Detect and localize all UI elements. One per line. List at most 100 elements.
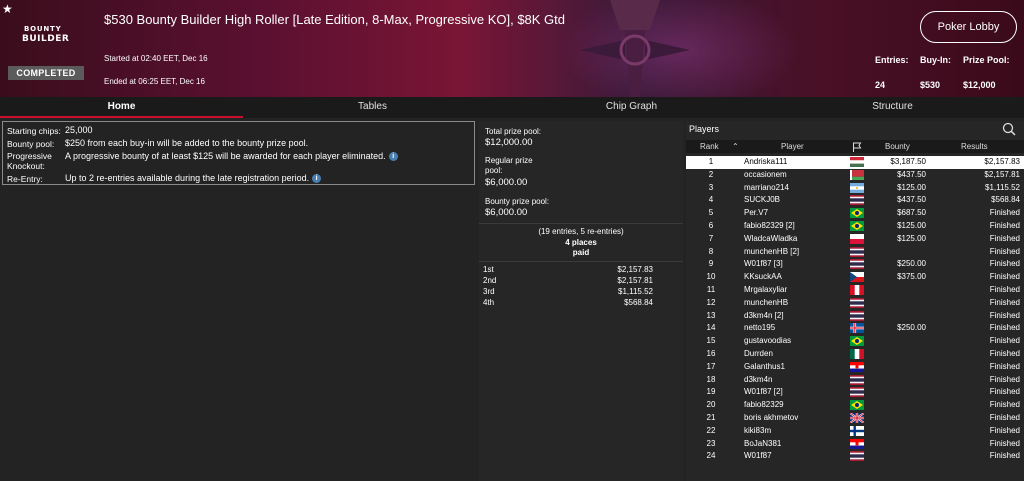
table-row[interactable]: 8 munchenHB [2] Finished bbox=[686, 246, 1024, 259]
rank-cell: 6 bbox=[708, 220, 714, 230]
info-icon[interactable]: i bbox=[388, 152, 398, 162]
tournament-header: ★ BOUNTY BUILDER COMPLETED $530 Bounty B… bbox=[0, 0, 1024, 97]
end-time: Ended at 06:25 EET, Dec 16 bbox=[104, 77, 205, 86]
thailand-flag-icon bbox=[850, 310, 864, 321]
starting-chips-value: 25,000 bbox=[65, 125, 93, 135]
table-row[interactable]: 24 W01f87 Finished bbox=[686, 450, 1024, 463]
table-row[interactable]: 10 KKsuckAA $375.00 Finished bbox=[686, 271, 1024, 284]
table-row[interactable]: 3 marriano214 $125.00 $1,115.52 bbox=[686, 182, 1024, 195]
table-row[interactable]: 22 kiki83m Finished bbox=[686, 425, 1024, 438]
table-row[interactable]: 15 gustavoodias Finished bbox=[686, 335, 1024, 348]
table-row[interactable]: 16 Durrden Finished bbox=[686, 348, 1024, 361]
table-row[interactable]: 1 Andriska111 $3,187.50 $2,157.83 bbox=[686, 156, 1024, 169]
player-name-cell: kiki83m bbox=[744, 425, 772, 435]
tab-structure[interactable]: Structure bbox=[761, 97, 1024, 118]
table-row[interactable]: 17 Galanthus1 Finished bbox=[686, 361, 1024, 374]
result-cell: Finished bbox=[989, 425, 1020, 435]
result-cell: Finished bbox=[989, 336, 1020, 346]
payout-place: 3rd bbox=[483, 287, 495, 296]
rank-cell: 22 bbox=[706, 425, 716, 435]
iceland-flag-icon bbox=[850, 323, 864, 334]
table-row[interactable]: 6 fabio82329 [2] $125.00 Finished bbox=[686, 220, 1024, 233]
result-cell: Finished bbox=[989, 246, 1020, 256]
bounty-cell: $687.50 bbox=[897, 208, 926, 218]
tab-chip-graph[interactable]: Chip Graph bbox=[502, 97, 761, 118]
sort-asc-icon[interactable]: ⌃ bbox=[732, 142, 739, 151]
progressive-value: A progressive bounty of at least $125 wi… bbox=[65, 151, 386, 161]
result-cell: Finished bbox=[989, 220, 1020, 230]
rank-cell: 3 bbox=[708, 182, 714, 192]
table-row[interactable]: 18 d3km4n Finished bbox=[686, 374, 1024, 387]
result-cell: Finished bbox=[989, 348, 1020, 358]
regular-pool-label-1: Regular prize bbox=[485, 156, 533, 165]
payout-amount: $1,115.52 bbox=[618, 287, 653, 296]
table-row[interactable]: 21 boris akhmetov Finished bbox=[686, 412, 1024, 425]
favorite-star-icon[interactable]: ★ bbox=[2, 2, 13, 16]
thailand-flag-icon bbox=[850, 451, 864, 462]
bounty-pool-label: Bounty pool: bbox=[7, 139, 55, 149]
table-row[interactable]: 23 BoJaN381 Finished bbox=[686, 438, 1024, 451]
rank-cell: 8 bbox=[708, 246, 714, 256]
player-name-cell: occasionem bbox=[744, 169, 787, 179]
rank-cell: 14 bbox=[706, 323, 716, 333]
player-name-cell: Andriska111 bbox=[744, 157, 788, 166]
poker-lobby-button[interactable]: Poker Lobby bbox=[920, 11, 1017, 43]
payout-place: 4th bbox=[483, 298, 495, 307]
player-name-cell: d3km4n bbox=[744, 374, 773, 384]
tab-home[interactable]: Home bbox=[0, 97, 243, 118]
progressive-label-2: Knockout: bbox=[7, 161, 45, 171]
player-name-cell: netto195 bbox=[744, 323, 776, 333]
table-row[interactable]: 12 munchenHB Finished bbox=[686, 297, 1024, 310]
player-name-cell: Mrgalaxyliar bbox=[744, 284, 788, 294]
progressive-label-1: Progressive bbox=[7, 151, 52, 161]
table-row[interactable]: 2 occasionem $437.50 $2,157.81 bbox=[686, 169, 1024, 182]
thailand-flag-icon bbox=[850, 297, 864, 308]
col-player[interactable]: Player bbox=[781, 142, 804, 151]
buyin-value: $530 bbox=[920, 80, 941, 90]
player-name-cell: BoJaN381 bbox=[744, 438, 782, 448]
rank-cell: 11 bbox=[706, 284, 716, 294]
result-cell: Finished bbox=[989, 297, 1020, 307]
player-name-cell: KKsuckAA bbox=[744, 272, 782, 282]
player-name-cell: Per.V7 bbox=[744, 208, 769, 218]
player-name-cell: W01f87 bbox=[744, 451, 772, 461]
col-results[interactable]: Results bbox=[961, 142, 988, 151]
search-icon[interactable] bbox=[1002, 122, 1016, 136]
result-cell: $2,157.83 bbox=[984, 157, 1020, 166]
tab-tables[interactable]: Tables bbox=[243, 97, 502, 118]
rank-cell: 12 bbox=[706, 297, 716, 307]
col-bounty[interactable]: Bounty bbox=[885, 142, 910, 151]
brazil-flag-icon bbox=[850, 400, 864, 411]
table-row[interactable]: 20 fabio82329 Finished bbox=[686, 399, 1024, 412]
czech-flag-icon bbox=[850, 272, 864, 283]
rank-cell: 24 bbox=[706, 451, 716, 461]
bounty-cell: $375.00 bbox=[897, 272, 926, 282]
bounty-cell: $125.00 bbox=[897, 220, 926, 230]
brazil-flag-icon bbox=[850, 208, 864, 219]
info-icon[interactable]: i bbox=[312, 174, 322, 184]
table-row[interactable]: 5 Per.V7 $687.50 Finished bbox=[686, 207, 1024, 220]
reentry-value-row: Up to 2 re-entries available during the … bbox=[65, 173, 322, 184]
bounty-cell: $125.00 bbox=[897, 182, 926, 192]
table-row[interactable]: 13 d3km4n [2] Finished bbox=[686, 310, 1024, 323]
bounty-builder-logo: BOUNTY BUILDER bbox=[22, 25, 70, 44]
table-row[interactable]: 9 W01f87 [3] $250.00 Finished bbox=[686, 258, 1024, 271]
rank-cell: 23 bbox=[706, 438, 716, 448]
status-badge: COMPLETED bbox=[8, 66, 84, 80]
entries-note: (19 entries, 5 re-entries) bbox=[538, 227, 624, 236]
flag-icon[interactable] bbox=[852, 142, 862, 152]
table-row[interactable]: 4 SUCKJ0B $437.50 $568.84 bbox=[686, 194, 1024, 207]
table-row[interactable]: 7 WladcaWladka $125.00 Finished bbox=[686, 233, 1024, 246]
table-row[interactable]: 19 W01f87 [2] Finished bbox=[686, 386, 1024, 399]
table-row[interactable]: 14 netto195 $250.00 Finished bbox=[686, 322, 1024, 335]
start-time: Started at 02:40 EET, Dec 16 bbox=[104, 54, 208, 63]
player-name-cell: W01f87 [3] bbox=[744, 259, 783, 269]
payout-row: 4th $568.84 bbox=[479, 298, 683, 308]
table-row[interactable]: 11 Mrgalaxyliar Finished bbox=[686, 284, 1024, 297]
bounty-pool-value: $250 from each buy-in will be added to t… bbox=[65, 138, 309, 148]
progressive-value-row: A progressive bounty of at least $125 wi… bbox=[65, 151, 398, 162]
col-rank[interactable]: Rank bbox=[700, 142, 719, 151]
prize-pool-panel: Total prize pool: $12,000.00 Regular pri… bbox=[479, 121, 683, 481]
payout-row: 2nd $2,157.81 bbox=[479, 276, 683, 286]
result-cell: Finished bbox=[989, 208, 1020, 218]
